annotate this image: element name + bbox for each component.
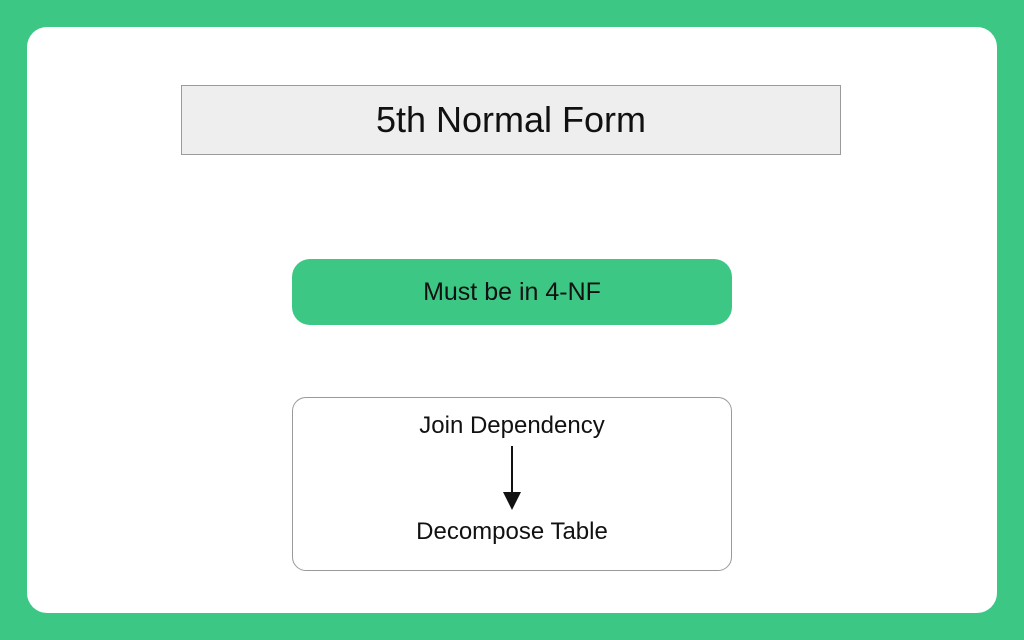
diagram-canvas: 5th Normal Form Must be in 4-NF Join Dep… [27, 27, 997, 613]
flow-from-text: Join Dependency [419, 412, 604, 440]
flow-to-text: Decompose Table [416, 518, 608, 546]
precondition-text: Must be in 4-NF [423, 278, 601, 307]
flow-box: Join Dependency Decompose Table [292, 397, 732, 571]
title-text: 5th Normal Form [376, 99, 646, 141]
arrow-down-icon [503, 446, 521, 510]
precondition-box: Must be in 4-NF [292, 259, 732, 325]
arrow-shaft [511, 446, 513, 494]
title-box: 5th Normal Form [181, 85, 841, 155]
arrow-head [503, 492, 521, 510]
